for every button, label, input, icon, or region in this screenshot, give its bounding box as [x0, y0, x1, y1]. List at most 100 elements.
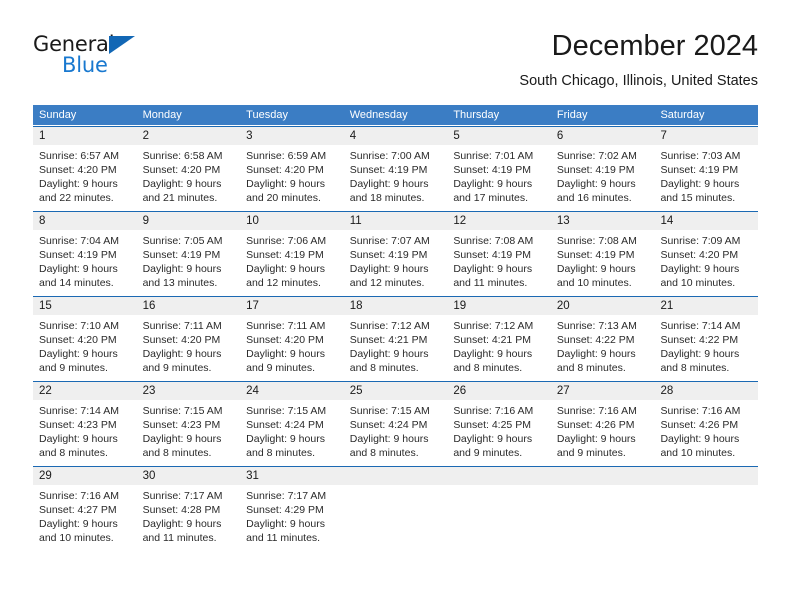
- page-subtitle: South Chicago, Illinois, United States: [519, 73, 758, 89]
- calendar-day-cell-empty: [550, 467, 655, 545]
- calendar-day-cell[interactable]: 10 Sunrise: 7:06 AM Sunset: 4:19 PM Dayligh…: [240, 212, 344, 290]
- calendar-day-cell[interactable]: 6 Sunrise: 7:02 AM Sunset: 4:19 PM Daylight…: [550, 127, 655, 205]
- daylight-duration-line1: Daylight: 9 hours: [453, 178, 533, 190]
- calendar-day-cell[interactable]: 20 Sunrise: 7:13 AM Sunset: 4:22 PM Dayligh…: [550, 297, 655, 375]
- calendar-day-cell[interactable]: 7 Sunrise: 7:03 AM Sunset: 4:19 PM Daylight…: [654, 127, 759, 205]
- sunset-time: Sunset: 4:19 PM: [142, 249, 221, 261]
- day-number: 9: [142, 215, 149, 227]
- sunset-time: Sunset: 4:20 PM: [39, 164, 117, 176]
- daylight-duration-line2: and 10 minutes.: [660, 447, 736, 459]
- calendar-day-cell[interactable]: 26 Sunrise: 7:16 AM Sunset: 4:25 PM Dayligh…: [447, 382, 551, 460]
- daylight-duration-line1: Daylight: 9 hours: [39, 348, 118, 360]
- day-details: Sunrise: 7:15 AM Sunset: 4:24 PM Daylight:…: [344, 400, 448, 460]
- sunset-time: Sunset: 4:19 PM: [349, 164, 428, 176]
- daylight-duration-line2: and 9 minutes.: [556, 447, 626, 459]
- sunrise-time: Sunrise: 7:17 AM: [142, 490, 223, 502]
- sunrise-time: Sunrise: 7:16 AM: [453, 405, 534, 417]
- calendar-day-cell[interactable]: 13 Sunrise: 7:08 AM Sunset: 4:19 PM Dayligh…: [550, 212, 655, 290]
- daylight-duration-line2: and 8 minutes.: [349, 447, 419, 459]
- daylight-duration-line2: and 8 minutes.: [660, 362, 730, 374]
- sunset-time: Sunset: 4:20 PM: [246, 334, 324, 346]
- day-number: 25: [349, 385, 363, 397]
- calendar-day-cell[interactable]: 27 Sunrise: 7:16 AM Sunset: 4:26 PM Dayligh…: [550, 382, 655, 460]
- daylight-duration-line2: and 16 minutes.: [556, 192, 632, 204]
- daylight-duration-line1: Daylight: 9 hours: [453, 263, 533, 275]
- day-number: 1: [39, 130, 46, 142]
- sunrise-time: Sunrise: 7:08 AM: [556, 235, 637, 247]
- daylight-duration-line1: Daylight: 9 hours: [39, 433, 118, 445]
- day-number-band: 25: [343, 382, 448, 400]
- weekday-header-monday: Monday: [142, 109, 182, 121]
- day-number: 12: [453, 215, 467, 227]
- day-number: 31: [246, 470, 259, 482]
- calendar-day-cell[interactable]: 17 Sunrise: 7:11 AM Sunset: 4:20 PM Dayligh…: [240, 297, 344, 375]
- day-details: Sunrise: 7:16 AM Sunset: 4:25 PM Daylight:…: [447, 400, 551, 460]
- sunrise-time: Sunrise: 7:16 AM: [556, 405, 637, 417]
- sunset-time: Sunset: 4:22 PM: [556, 334, 635, 346]
- calendar-day-cell[interactable]: 8 Sunrise: 7:04 AM Sunset: 4:19 PM Daylight…: [33, 212, 137, 290]
- day-number-band: 26: [447, 382, 551, 400]
- day-number-band: 14: [654, 212, 759, 230]
- calendar-day-cell[interactable]: 11 Sunrise: 7:07 AM Sunset: 4:19 PM Dayligh…: [343, 212, 448, 290]
- calendar-day-cell[interactable]: 3 Sunrise: 6:59 AM Sunset: 4:20 PM Daylight…: [240, 127, 344, 205]
- calendar-day-cell[interactable]: 4 Sunrise: 7:00 AM Sunset: 4:19 PM Daylight…: [343, 127, 448, 205]
- day-number: 20: [556, 300, 570, 312]
- calendar-day-cell[interactable]: 12 Sunrise: 7:08 AM Sunset: 4:19 PM Dayligh…: [447, 212, 551, 290]
- calendar-day-cell[interactable]: 24 Sunrise: 7:15 AM Sunset: 4:24 PM Dayligh…: [240, 382, 344, 460]
- page-header: General Blue December 2024 South Chicago…: [33, 28, 758, 98]
- weekday-header-sunday: Sunday: [39, 109, 77, 121]
- calendar-day-cell[interactable]: 23 Sunrise: 7:15 AM Sunset: 4:23 PM Dayligh…: [136, 382, 241, 460]
- day-number: 2: [142, 130, 149, 142]
- calendar-day-cell[interactable]: 15 Sunrise: 7:10 AM Sunset: 4:20 PM Dayligh…: [33, 297, 137, 375]
- day-details: Sunrise: 7:08 AM Sunset: 4:19 PM Daylight:…: [447, 230, 551, 290]
- day-details: Sunrise: 7:11 AM Sunset: 4:20 PM Daylight:…: [240, 315, 344, 375]
- sunset-time: Sunset: 4:19 PM: [246, 249, 324, 261]
- day-details: Sunrise: 6:58 AM Sunset: 4:20 PM Daylight:…: [137, 145, 241, 205]
- calendar-day-cell[interactable]: 21 Sunrise: 7:14 AM Sunset: 4:22 PM Dayligh…: [654, 297, 759, 375]
- calendar-day-cell[interactable]: 5 Sunrise: 7:01 AM Sunset: 4:19 PM Daylight…: [447, 127, 551, 205]
- calendar-day-cell[interactable]: 22 Sunrise: 7:14 AM Sunset: 4:23 PM Dayligh…: [33, 382, 137, 460]
- daylight-duration-line1: Daylight: 9 hours: [142, 178, 222, 190]
- calendar-day-cell[interactable]: 2 Sunrise: 6:58 AM Sunset: 4:20 PM Daylight…: [136, 127, 241, 205]
- day-details: Sunrise: 7:10 AM Sunset: 4:20 PM Daylight:…: [33, 315, 137, 375]
- calendar-day-cell[interactable]: 25 Sunrise: 7:15 AM Sunset: 4:24 PM Dayligh…: [343, 382, 448, 460]
- sunrise-time: Sunrise: 7:10 AM: [39, 320, 119, 332]
- calendar-day-cell[interactable]: 30 Sunrise: 7:17 AM Sunset: 4:28 PM Dayligh…: [136, 467, 241, 545]
- calendar-day-cell[interactable]: 9 Sunrise: 7:05 AM Sunset: 4:19 PM Daylight…: [136, 212, 241, 290]
- daylight-duration-line2: and 21 minutes.: [142, 192, 218, 204]
- calendar-day-cell-empty: [447, 467, 551, 545]
- calendar-day-cell[interactable]: 1 Sunrise: 6:57 AM Sunset: 4:20 PM Daylight…: [33, 127, 137, 205]
- sunrise-time: Sunrise: 7:12 AM: [453, 320, 534, 332]
- calendar-day-cell[interactable]: 19 Sunrise: 7:12 AM Sunset: 4:21 PM Dayligh…: [447, 297, 551, 375]
- day-number: 27: [556, 385, 570, 397]
- daylight-duration-line2: and 8 minutes.: [453, 362, 523, 374]
- sunrise-time: Sunrise: 7:11 AM: [246, 320, 326, 332]
- daylight-duration-line1: Daylight: 9 hours: [556, 178, 636, 190]
- day-number: 16: [142, 300, 156, 312]
- sunset-time: Sunset: 4:23 PM: [39, 419, 117, 431]
- day-details: Sunrise: 7:17 AM Sunset: 4:28 PM Daylight:…: [137, 485, 241, 545]
- daylight-duration-line2: and 10 minutes.: [556, 277, 632, 289]
- calendar-day-cell[interactable]: 16 Sunrise: 7:11 AM Sunset: 4:20 PM Dayligh…: [136, 297, 241, 375]
- day-details: Sunrise: 7:00 AM Sunset: 4:19 PM Daylight:…: [344, 145, 448, 205]
- day-number-band: 7: [654, 127, 759, 145]
- day-number-band: 31: [240, 467, 344, 485]
- calendar-day-cell[interactable]: 28 Sunrise: 7:16 AM Sunset: 4:26 PM Dayligh…: [654, 382, 759, 460]
- calendar-day-cell[interactable]: 29 Sunrise: 7:16 AM Sunset: 4:27 PM Dayligh…: [33, 467, 137, 545]
- calendar-day-cell[interactable]: 31 Sunrise: 7:17 AM Sunset: 4:29 PM Dayligh…: [240, 467, 344, 545]
- sunrise-time: Sunrise: 7:12 AM: [349, 320, 430, 332]
- calendar-week-row: 15 Sunrise: 7:10 AM Sunset: 4:20 PM Dayligh…: [33, 296, 759, 375]
- day-number-band: 21: [654, 297, 759, 315]
- daylight-duration-line2: and 15 minutes.: [660, 192, 736, 204]
- calendar-day-cell[interactable]: 14 Sunrise: 7:09 AM Sunset: 4:20 PM Dayligh…: [654, 212, 759, 290]
- sunrise-time: Sunrise: 7:07 AM: [349, 235, 430, 247]
- sunrise-time: Sunrise: 7:01 AM: [453, 150, 534, 162]
- day-number-band: 24: [240, 382, 344, 400]
- day-number: 29: [39, 470, 52, 482]
- daylight-duration-line2: and 9 minutes.: [246, 362, 316, 374]
- sunset-time: Sunset: 4:21 PM: [349, 334, 428, 346]
- day-details: Sunrise: 7:15 AM Sunset: 4:23 PM Daylight:…: [137, 400, 241, 460]
- general-blue-logo[interactable]: General Blue: [33, 32, 173, 88]
- calendar-day-cell[interactable]: 18 Sunrise: 7:12 AM Sunset: 4:21 PM Dayligh…: [343, 297, 448, 375]
- day-number-band: 2: [136, 127, 241, 145]
